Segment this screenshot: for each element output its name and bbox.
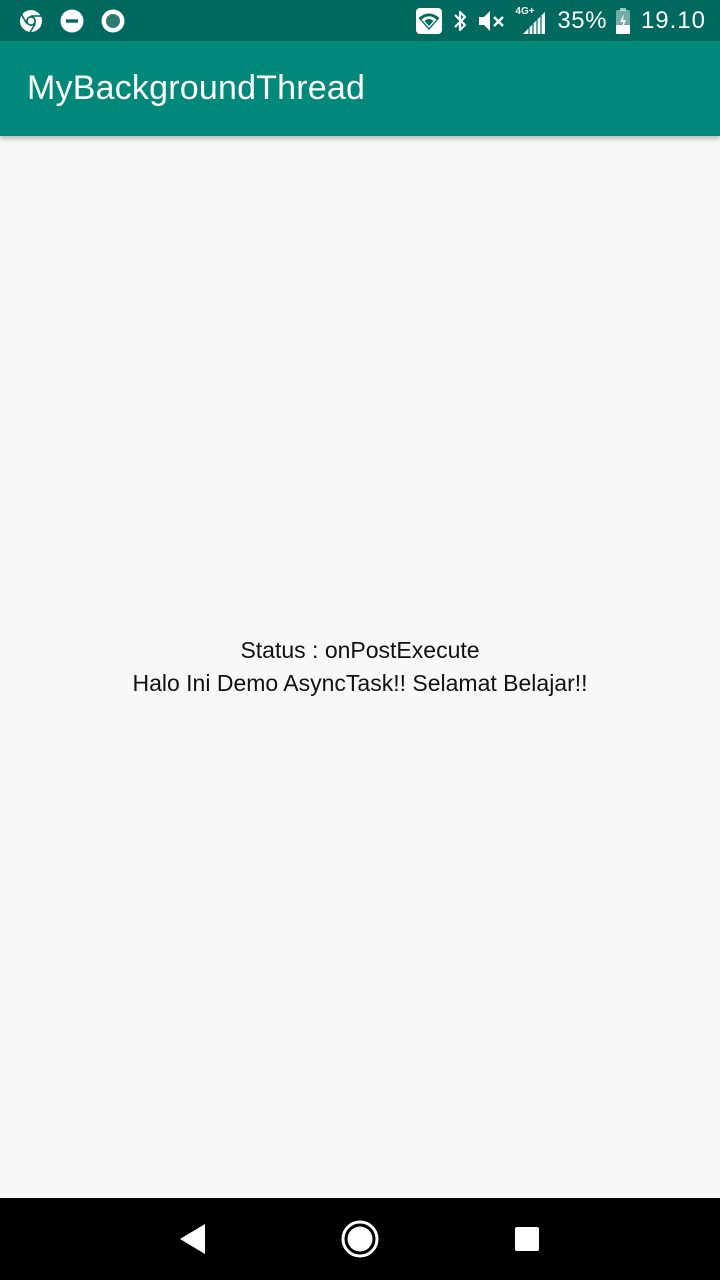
signal-4g-icon: 4G+ (515, 6, 547, 36)
status-bar-system: 4G+ 35% 19.10 (407, 6, 706, 36)
bluetooth-icon (451, 8, 469, 34)
recents-button[interactable] (497, 1209, 557, 1269)
app-title: MyBackgroundThread (27, 69, 366, 107)
clock: 19.10 (640, 6, 706, 34)
home-button[interactable] (330, 1209, 390, 1269)
back-icon (180, 1224, 206, 1254)
battery-icon (615, 7, 631, 35)
recents-icon (514, 1227, 539, 1251)
home-icon (341, 1220, 379, 1258)
record-icon (100, 8, 126, 34)
main-content: Status : onPostExecute Halo Ini Demo Asy… (0, 136, 720, 1198)
status-bar: 4G+ 35% 19.10 (0, 0, 720, 41)
do-not-disturb-icon (59, 8, 85, 34)
navigation-bar (0, 1198, 720, 1280)
mute-icon (477, 8, 507, 34)
status-label: Status : onPostExecute (240, 637, 480, 663)
message-label: Halo Ini Demo AsyncTask!! Selamat Belaja… (132, 670, 588, 696)
battery-percent: 35% (557, 6, 607, 34)
back-button[interactable] (163, 1209, 223, 1269)
wifi-icon (415, 7, 443, 35)
app-bar: MyBackgroundThread (0, 41, 720, 136)
chrome-icon (18, 8, 44, 34)
status-bar-notifications (18, 8, 141, 34)
